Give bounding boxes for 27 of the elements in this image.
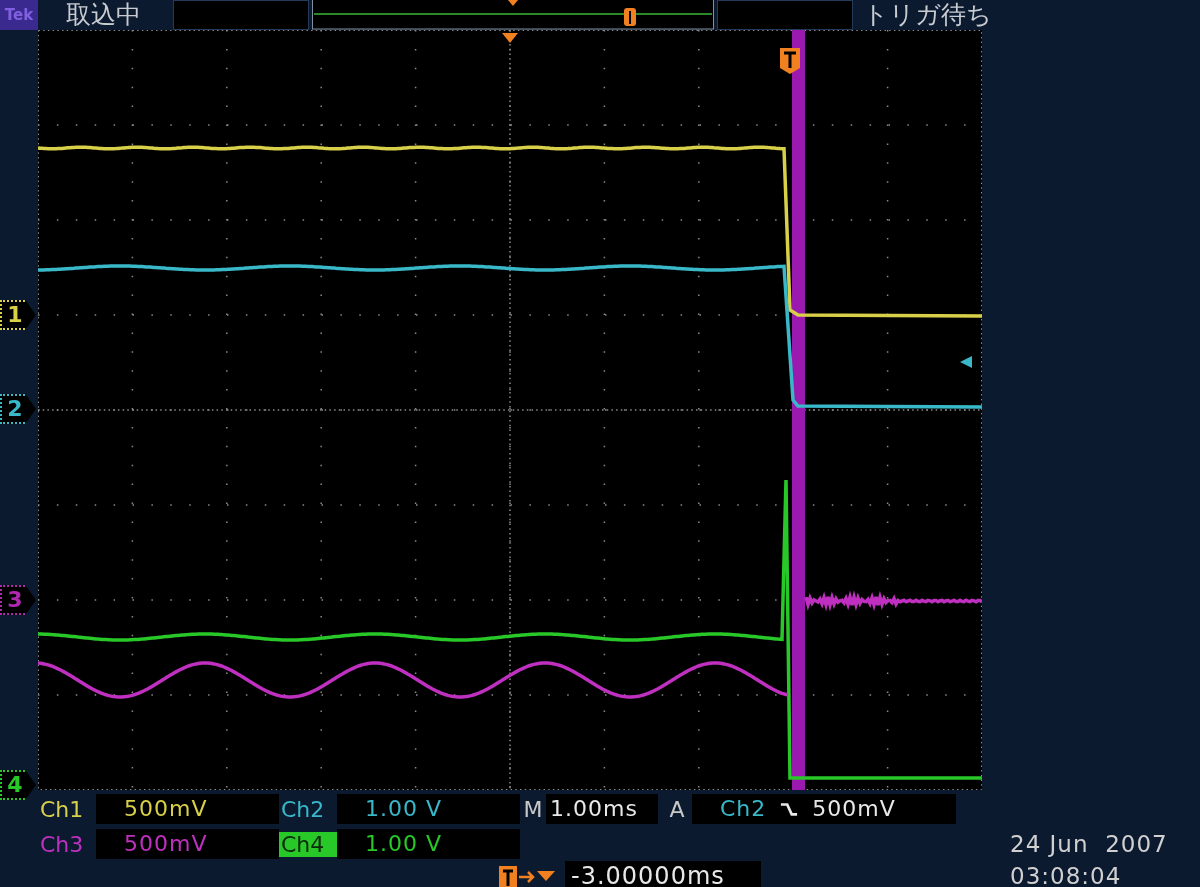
channel-marker[interactable]: 4 [0, 770, 36, 800]
trigger-status: トリガ待ち [862, 0, 992, 30]
trigger-marker-icon [780, 48, 800, 74]
falling-edge-icon [780, 800, 799, 818]
channel-marker[interactable]: 1 [0, 300, 36, 330]
channel-scale: 500mV [96, 829, 279, 859]
channel-marker[interactable]: 3 [0, 585, 36, 615]
trigger-offset-value: -3.00000ms [565, 861, 761, 887]
channel-label: Ch4 [279, 831, 337, 857]
channel-label: Ch1 [39, 796, 85, 822]
channel-scale: 1.00 V [337, 794, 520, 824]
channel-marker[interactable]: 2 [0, 394, 36, 424]
trigger-level-icon [960, 356, 972, 368]
timebase-value: 1.00ms [546, 794, 658, 824]
trigger-source: Ch2 [720, 795, 767, 823]
acquisition-status: 取込中 [65, 0, 142, 30]
trigger-level: 500mV [812, 795, 896, 823]
channel-scale: 500mV [96, 794, 279, 824]
channel-scale: 1.00 V [337, 829, 520, 859]
trigger-mode: A [668, 796, 686, 822]
channel-label: Ch2 [280, 796, 326, 822]
timebase-label: M [522, 796, 544, 822]
date-text: 24 Jun 2007 [1010, 831, 1169, 857]
brand-logo: Tek [0, 0, 38, 30]
trigger-position-icon [502, 33, 518, 43]
time-text: 03:08:04 [1010, 863, 1123, 887]
channel-label: Ch3 [39, 831, 85, 857]
